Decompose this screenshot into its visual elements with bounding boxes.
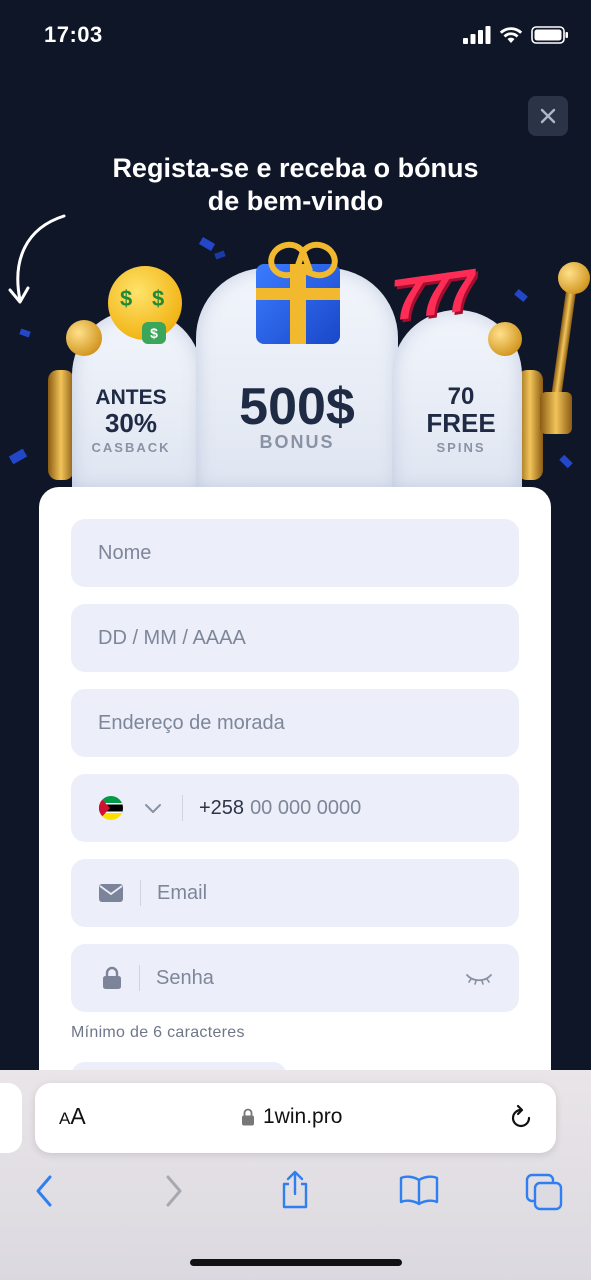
free-spins-label: SPINS (436, 440, 486, 455)
gift-box-icon (250, 236, 346, 344)
slot-lever (549, 287, 577, 409)
phone-country-code: +258 (199, 796, 245, 819)
text-size-button[interactable]: AA (59, 1103, 86, 1130)
password-placeholder: Senha (156, 966, 214, 989)
mail-icon (99, 884, 123, 902)
free-spins-count: 70 (447, 383, 475, 410)
text-size-label: A (70, 1103, 86, 1129)
birthdate-placeholder: DD / MM / AAAA (98, 626, 246, 649)
name-field[interactable]: Nome (71, 519, 519, 587)
country-selector[interactable] (71, 795, 162, 821)
lock-icon (242, 1108, 254, 1126)
email-field[interactable]: Email (71, 859, 519, 927)
cashback-label-top: ANTES (95, 386, 167, 409)
forward-icon[interactable] (160, 1174, 186, 1208)
name-placeholder: Nome (98, 541, 152, 564)
reload-icon[interactable] (507, 1104, 535, 1132)
bonus-amount: 500$ (239, 378, 355, 436)
money-face-emoji: $ $ $ (108, 266, 182, 344)
address-placeholder: Endereço de morada (98, 711, 285, 734)
home-indicator (190, 1259, 402, 1266)
phone-field[interactable]: +258 00 000 0000 (71, 774, 519, 842)
share-icon[interactable] (278, 1170, 312, 1210)
tabs-icon[interactable] (524, 1172, 564, 1212)
password-hint: Mínimo de 6 caracteres (71, 1024, 245, 1041)
eye-closed-icon[interactable] (465, 971, 493, 985)
slot-machine-banner: ANTES 30% CASBACK 500$ BONUS 70 FREE SPI… (0, 0, 591, 500)
password-field[interactable]: Senha (71, 944, 519, 1012)
mozambique-flag-icon (99, 796, 123, 820)
phone-placeholder: 00 000 0000 (250, 796, 362, 819)
address-bar[interactable]: AA 1win.pro (35, 1083, 556, 1153)
free-spins-free: FREE (426, 408, 496, 438)
email-placeholder: Email (157, 881, 208, 904)
lock-icon (103, 966, 121, 989)
registration-form: Nome DD / MM / AAAA Endereço de morada +… (39, 487, 551, 1107)
address-field[interactable]: Endereço de morada (71, 689, 519, 757)
cashback-label-bottom: CASBACK (91, 440, 171, 455)
url-text: 1win.pro (263, 1105, 343, 1128)
previous-tab-pill[interactable] (0, 1083, 22, 1153)
cashback-percent: 30% (104, 408, 158, 438)
birthdate-field[interactable]: DD / MM / AAAA (71, 604, 519, 672)
back-icon[interactable] (32, 1174, 58, 1208)
bookmarks-icon[interactable] (398, 1174, 440, 1206)
bonus-label: BONUS (259, 432, 335, 452)
chevron-down-icon (145, 804, 161, 813)
lucky-sevens-icon: 777 (387, 257, 475, 334)
